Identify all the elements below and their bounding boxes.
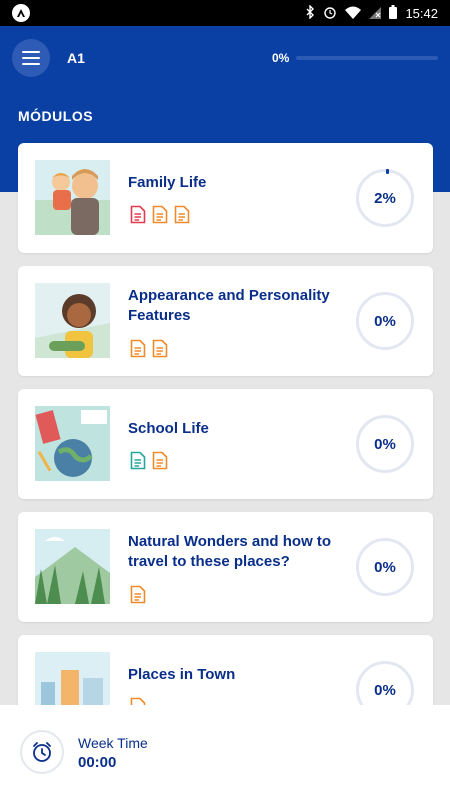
module-thumbnail-nature xyxy=(35,529,110,604)
overall-progress-bar xyxy=(296,56,438,60)
module-progress-text: 0% xyxy=(374,435,396,453)
module-title: Places in Town xyxy=(128,666,236,683)
status-bar: 15:42 xyxy=(0,0,450,26)
module-progress-text: 0% xyxy=(374,558,396,576)
bluetooth-icon xyxy=(305,4,315,21)
document-icon[interactable] xyxy=(130,205,146,224)
module-title: Family Life xyxy=(128,174,207,191)
module-progress-ring: 2% xyxy=(356,169,414,227)
document-icon[interactable] xyxy=(152,339,168,358)
wifi-icon xyxy=(345,6,362,21)
battery-icon xyxy=(389,5,398,21)
alarm-icon xyxy=(323,5,337,21)
module-card[interactable]: School Life 0% xyxy=(18,389,433,499)
week-time-bar: Week Time 00:00 xyxy=(0,705,450,800)
week-time-value: 00:00 xyxy=(78,754,117,771)
module-progress-text: 2% xyxy=(374,189,396,207)
module-documents xyxy=(130,339,168,358)
menu-icon xyxy=(22,51,40,53)
status-time: 15:42 xyxy=(405,5,438,21)
module-title: Natural Wonders and how to travel to the… xyxy=(128,533,332,570)
module-documents xyxy=(130,451,168,470)
module-card[interactable]: Natural Wonders and how to travel to the… xyxy=(18,512,433,622)
progress-ring-indicator xyxy=(386,169,389,174)
module-progress-ring: 0% xyxy=(356,538,414,596)
document-icon[interactable] xyxy=(130,451,146,470)
week-time-button[interactable] xyxy=(20,730,64,774)
level-label: A1 xyxy=(67,50,85,66)
module-card[interactable]: Appearance and Personality Features 0% xyxy=(18,266,433,376)
section-title: MÓDULOS xyxy=(18,108,94,124)
module-progress-ring: 0% xyxy=(356,292,414,350)
week-time-label: Week Time xyxy=(78,735,148,751)
no-sim-icon xyxy=(369,6,382,21)
app-notification-icon xyxy=(12,4,30,22)
module-title: Appearance and Personality Features xyxy=(128,287,330,324)
document-icon[interactable] xyxy=(152,451,168,470)
menu-button[interactable] xyxy=(12,39,50,77)
module-progress-text: 0% xyxy=(374,312,396,330)
module-thumbnail-person xyxy=(35,283,110,358)
module-title: School Life xyxy=(128,420,209,437)
module-card[interactable]: Family Life 2% xyxy=(18,143,433,253)
document-icon[interactable] xyxy=(174,205,190,224)
document-icon[interactable] xyxy=(130,585,146,604)
overall-progress-text: 0% xyxy=(272,51,290,65)
alarm-clock-icon xyxy=(33,742,51,762)
module-documents xyxy=(130,205,190,224)
module-thumbnail-school xyxy=(35,406,110,481)
module-progress-ring: 0% xyxy=(356,415,414,473)
document-icon[interactable] xyxy=(130,339,146,358)
module-thumbnail-family xyxy=(35,160,110,235)
module-progress-text: 0% xyxy=(374,681,396,699)
document-icon[interactable] xyxy=(152,205,168,224)
module-documents xyxy=(130,585,146,604)
